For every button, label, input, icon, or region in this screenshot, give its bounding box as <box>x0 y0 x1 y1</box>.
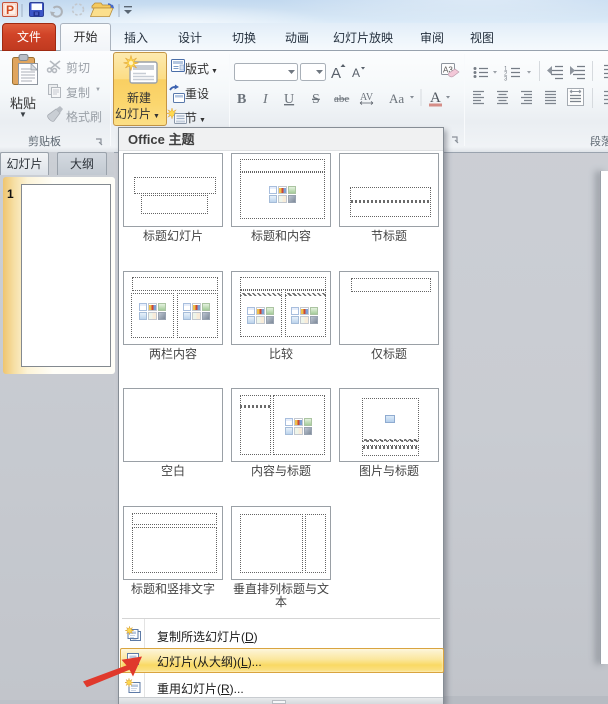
svg-text:I: I <box>262 92 269 107</box>
svg-text:Aa: Aa <box>389 91 404 106</box>
svg-text:abe: abe <box>334 93 349 105</box>
svg-text:3: 3 <box>504 77 508 83</box>
svg-text:A: A <box>331 65 341 82</box>
svg-text:P: P <box>6 3 14 17</box>
svg-text:A: A <box>352 66 360 80</box>
svg-text:U: U <box>284 92 294 107</box>
svg-text:B: B <box>237 92 246 107</box>
svg-text:AV: AV <box>360 92 374 103</box>
svg-text:S: S <box>312 92 320 107</box>
